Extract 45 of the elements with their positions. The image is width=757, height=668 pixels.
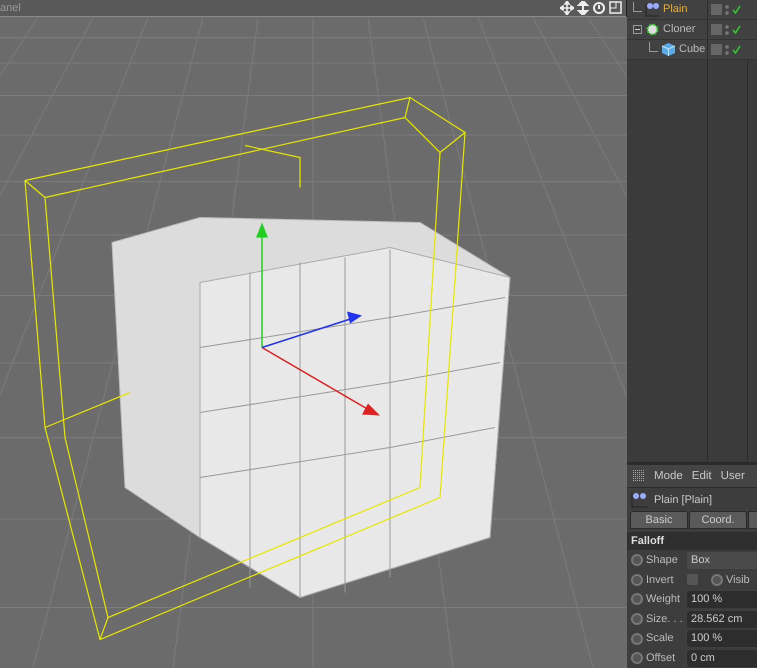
dropdown-field[interactable]: Box [687,552,757,569]
plain-object-icon [631,492,649,508]
object-name[interactable]: Cube [679,41,706,58]
number-field[interactable]: 0 cm [687,650,757,667]
object-name[interactable]: Plain [663,1,688,18]
keyframe-radio[interactable] [631,574,643,586]
menu-item[interactable]: User [720,468,745,485]
object-title: Plain [Plain] [654,492,712,508]
checkbox[interactable] [687,574,698,586]
check-icon[interactable] [732,5,741,14]
cube-icon [661,42,676,57]
vertical-move-icon[interactable] [577,1,589,15]
number-field[interactable]: 28.562 cm [687,610,757,628]
keyframe-radio[interactable] [631,613,643,626]
param-label: Offset [646,650,676,666]
tab[interactable]: Basic [630,511,688,530]
maximize-icon[interactable] [609,1,622,14]
plain-object-icon [645,2,660,17]
visibility-dots-icon[interactable] [725,24,729,36]
section-header: Falloff [627,532,757,550]
param-label: Size. . . [646,612,684,627]
check-icon[interactable] [732,45,741,54]
menu-item[interactable]: Edit [692,468,712,485]
keyframe-radio[interactable] [631,554,643,566]
cloner-object-icon [645,22,660,37]
visibility-dots-icon[interactable] [725,4,729,16]
check-icon[interactable] [732,25,741,34]
param-label: Visib [726,572,751,588]
visibility-dots-icon[interactable] [725,44,729,56]
rotate-icon[interactable] [592,1,606,15]
number-field[interactable]: 100 % [687,630,757,648]
keyframe-radio[interactable] [631,652,643,664]
viewport-title: anel [0,2,21,14]
keyframe-radio[interactable] [631,632,643,645]
move-icon[interactable] [560,1,574,15]
tab[interactable]: Coord. [689,511,747,530]
param-label: Shape [646,552,679,568]
collapse-icon[interactable] [633,25,642,34]
keyframe-radio[interactable] [631,593,643,606]
param-label: Weight [646,592,682,608]
number-field[interactable]: 100 % [687,590,757,608]
param-label: Scale [646,631,675,646]
param-label: Invert [646,572,675,588]
menu-item[interactable]: Mode [654,468,683,485]
keyframe-radio[interactable] [711,574,723,586]
